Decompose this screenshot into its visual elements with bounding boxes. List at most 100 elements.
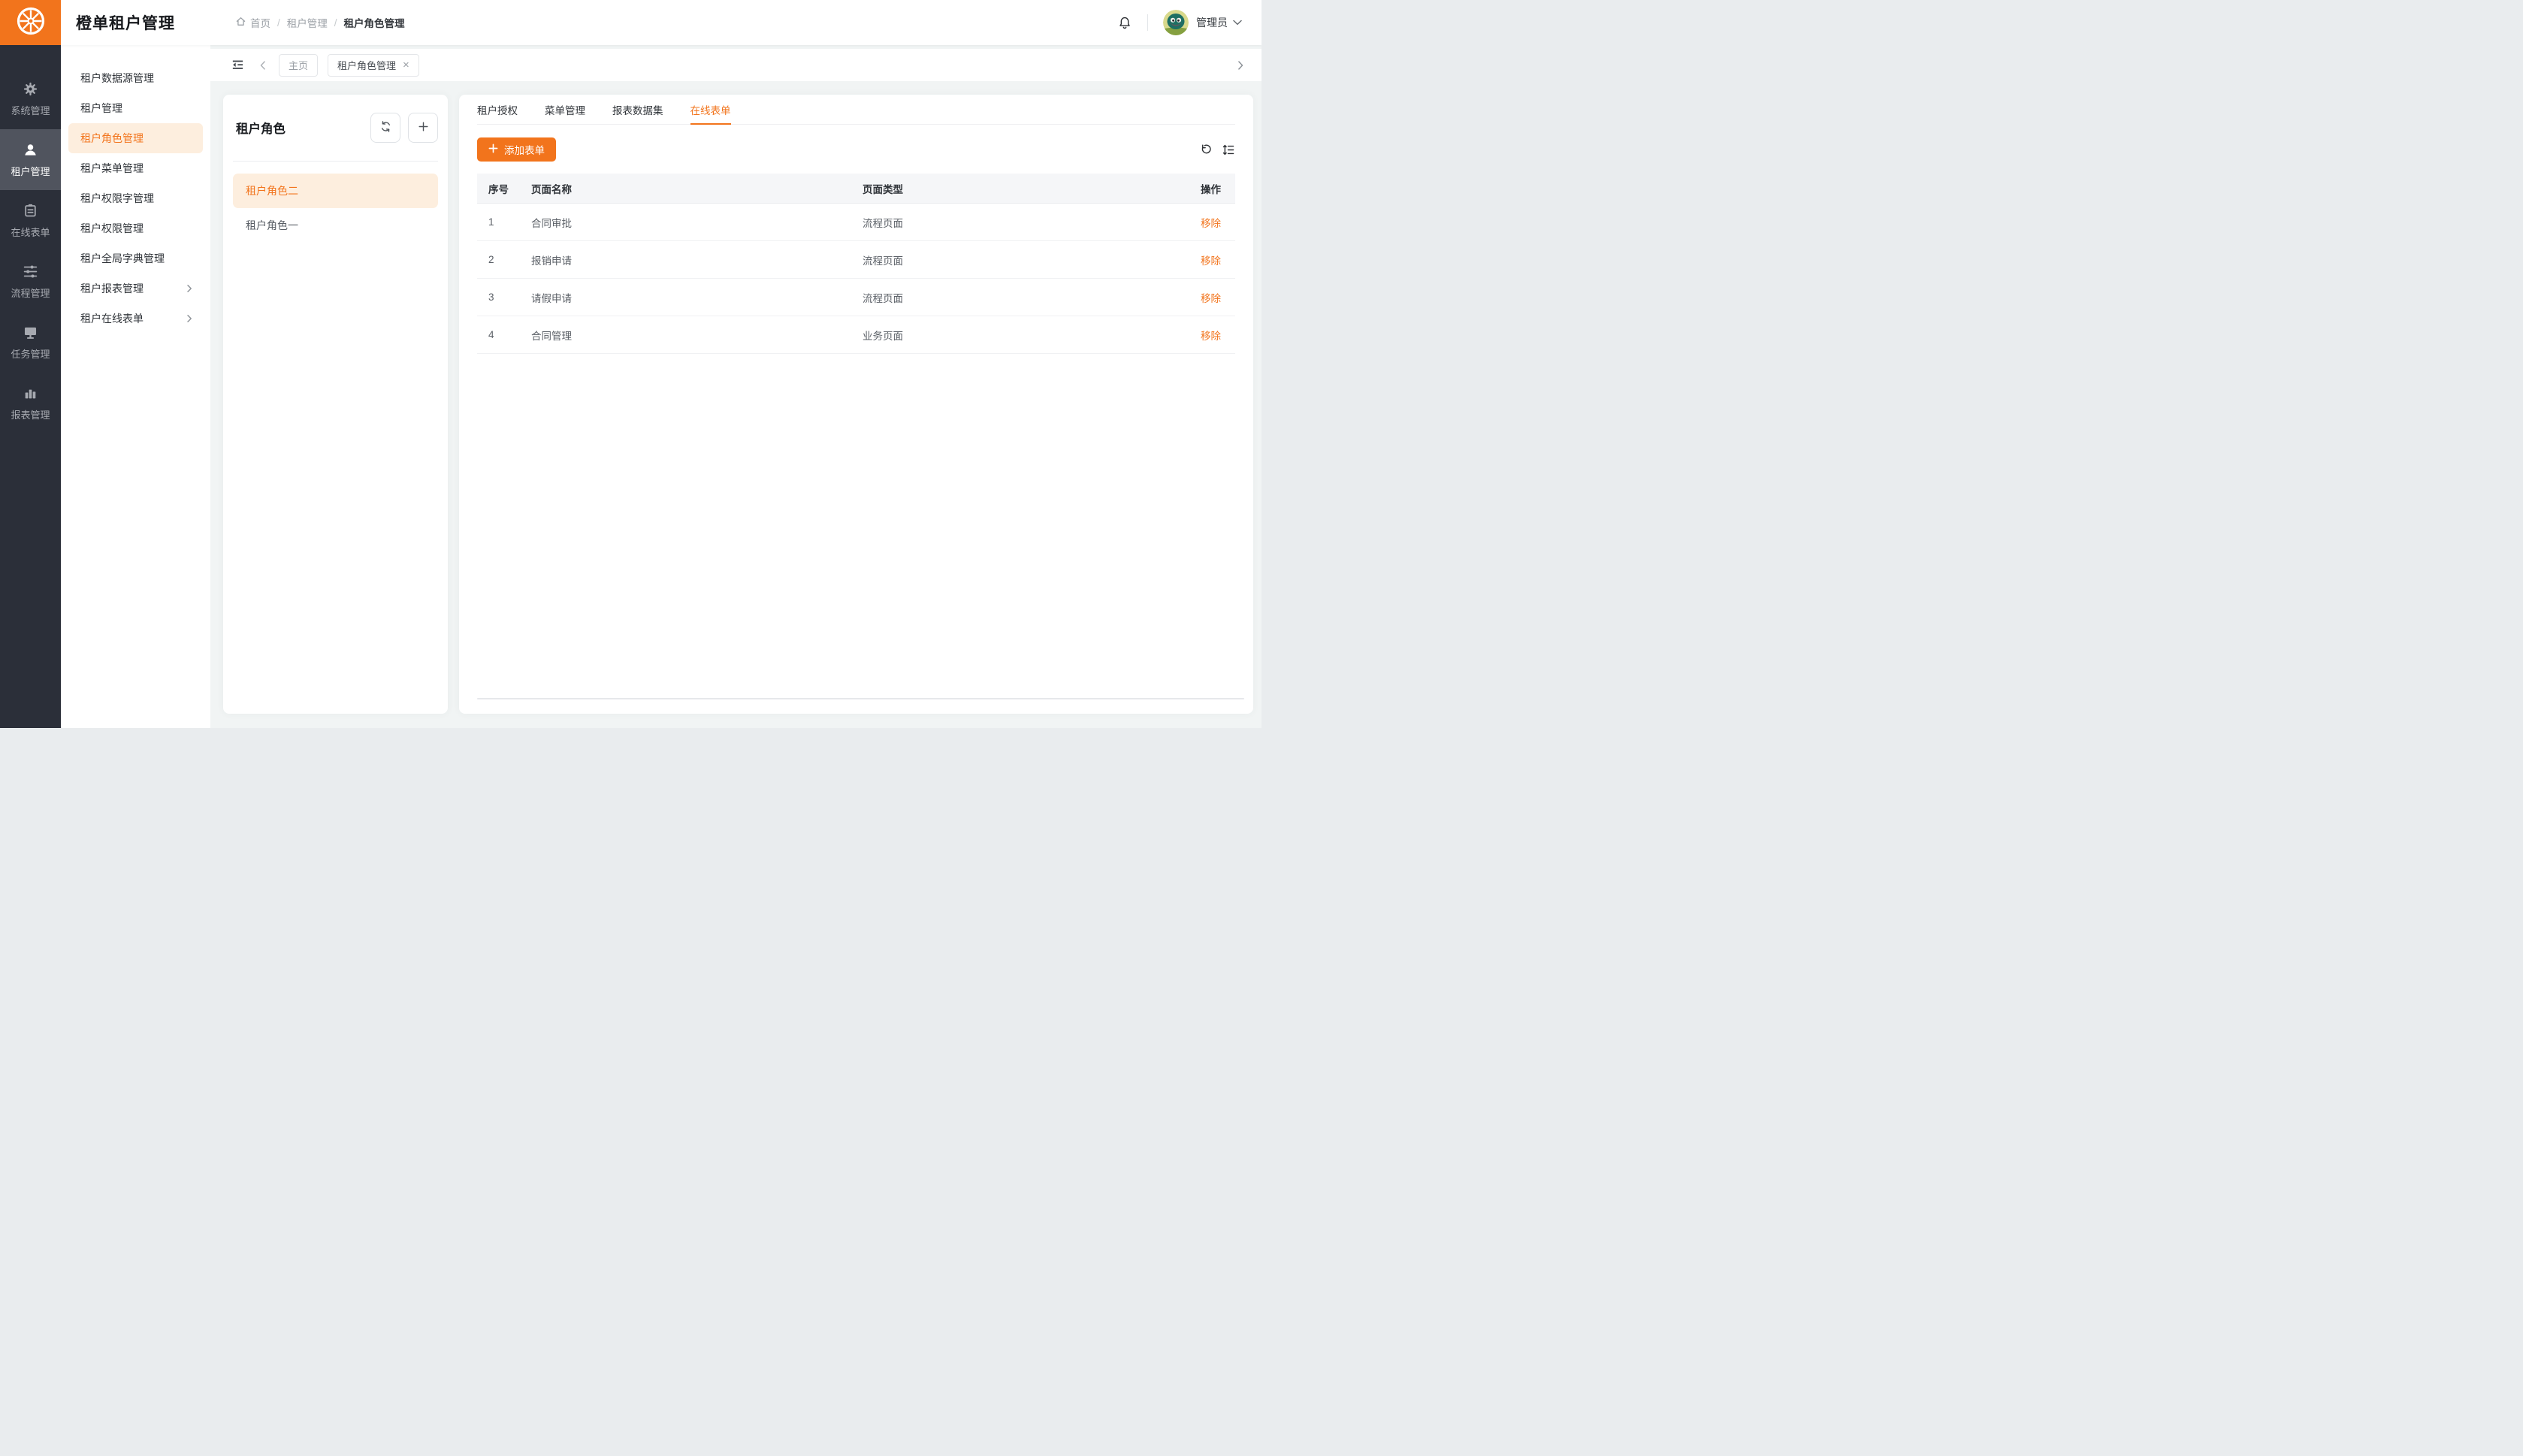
cell-page-type: 流程页面 <box>863 252 1175 267</box>
menu-item-label: 租户全局字典管理 <box>80 251 165 266</box>
menu-item-label: 租户在线表单 <box>80 311 144 326</box>
sidebar-item-workflow[interactable]: 流程管理 <box>0 251 61 312</box>
breadcrumb-home-label: 首页 <box>250 15 270 30</box>
tab-report-dataset[interactable]: 报表数据集 <box>612 95 663 124</box>
topbar-right: 管理员 <box>1117 10 1262 35</box>
sidebar-item-label: 任务管理 <box>11 346 50 361</box>
sidebar-item-report[interactable]: 报表管理 <box>0 373 61 433</box>
menu-item-tenant-online-form[interactable]: 租户在线表单 <box>68 304 203 334</box>
role-item-label: 租户角色一 <box>246 218 298 233</box>
menu-item-tenant-report[interactable]: 租户报表管理 <box>68 273 203 304</box>
page-tab-home[interactable]: 主页 <box>279 54 318 77</box>
home-icon <box>235 16 246 29</box>
cell-index: 3 <box>477 292 531 303</box>
column-settings-icon[interactable] <box>1222 143 1235 156</box>
user-name: 管理员 <box>1196 15 1228 30</box>
tab-online-form[interactable]: 在线表单 <box>690 95 731 124</box>
sidebar-item-tenant[interactable]: 租户管理 <box>0 129 61 190</box>
sidebar-item-label: 租户管理 <box>11 164 50 178</box>
menu-item-label: 租户权限管理 <box>80 221 144 236</box>
page-tab-label: 租户角色管理 <box>337 58 396 72</box>
tab-menu-manage[interactable]: 菜单管理 <box>545 95 585 124</box>
table-row: 3 请假申请 流程页面 移除 <box>477 279 1235 316</box>
remove-link[interactable]: 移除 <box>1201 255 1221 267</box>
sliders-icon <box>23 264 38 279</box>
column-header-page-type: 页面类型 <box>863 181 1175 196</box>
role-panel-header: 租户角色 <box>223 95 448 161</box>
refresh-roles-button[interactable] <box>370 113 400 143</box>
menu-item-tenant[interactable]: 租户管理 <box>68 93 203 123</box>
breadcrumb-current: 租户角色管理 <box>344 15 405 30</box>
remove-link[interactable]: 移除 <box>1201 218 1221 229</box>
content-area: 租户角色 <box>223 95 1253 714</box>
sidebar-item-label: 报表管理 <box>11 407 50 421</box>
menu-item-tenant-role[interactable]: 租户角色管理 <box>68 123 203 153</box>
page-tab-strip: 主页 租户角色管理 × <box>210 49 1262 81</box>
sidebar-item-label: 在线表单 <box>11 225 50 239</box>
sidebar-item-system[interactable]: 系统管理 <box>0 68 61 129</box>
notification-bell-icon[interactable] <box>1117 15 1132 30</box>
cell-page-name: 请假申请 <box>531 290 863 305</box>
close-icon[interactable]: × <box>403 59 409 71</box>
add-form-button-label: 添加表单 <box>504 142 545 157</box>
tab-label: 菜单管理 <box>545 102 585 117</box>
menu-item-label: 租户角色管理 <box>80 131 144 146</box>
bar-chart-icon <box>23 385 38 401</box>
sidebar-item-label: 流程管理 <box>11 285 50 300</box>
breadcrumb-separator: / <box>277 17 280 29</box>
gear-icon <box>23 81 38 97</box>
add-role-button[interactable] <box>408 113 438 143</box>
collapse-sidebar-icon[interactable] <box>231 58 245 72</box>
role-detail-panel: 租户授权 菜单管理 报表数据集 在线表单 <box>459 95 1253 714</box>
cell-page-type: 流程页面 <box>863 215 1175 230</box>
tab-label: 在线表单 <box>690 102 731 117</box>
scroll-tabs-right-icon[interactable] <box>1234 59 1246 71</box>
menu-item-permission-word[interactable]: 租户权限字管理 <box>68 183 203 213</box>
menu-item-permission[interactable]: 租户权限管理 <box>68 213 203 243</box>
chevron-down-icon <box>1233 20 1242 26</box>
plus-icon <box>417 120 430 135</box>
menu-sidebar: 租户数据源管理 租户管理 租户角色管理 租户菜单管理 租户权限字管理 租户权限管… <box>61 45 210 728</box>
clipboard-icon <box>23 203 38 219</box>
page-tab-tenant-role[interactable]: 租户角色管理 × <box>328 54 419 77</box>
chevron-right-icon <box>185 284 194 293</box>
breadcrumb-home[interactable]: 首页 <box>235 15 270 30</box>
menu-item-label: 租户权限字管理 <box>80 191 154 206</box>
module-sidebar: 系统管理 租户管理 在线表单 <box>0 45 61 728</box>
cell-page-name: 合同管理 <box>531 328 863 343</box>
tenant-role-panel: 租户角色 <box>223 95 448 714</box>
menu-item-label: 租户数据源管理 <box>80 71 154 86</box>
page-tab-label: 主页 <box>289 58 308 72</box>
cell-index: 2 <box>477 254 531 265</box>
tab-label: 租户授权 <box>477 102 518 117</box>
table-row: 2 报销申请 流程页面 移除 <box>477 241 1235 279</box>
menu-item-tenant-menu[interactable]: 租户菜单管理 <box>68 153 203 183</box>
menu-item-label: 租户管理 <box>80 101 122 116</box>
add-form-button[interactable]: 添加表单 <box>477 137 556 162</box>
role-list-item[interactable]: 租户角色二 <box>233 174 438 208</box>
citrus-logo-icon <box>14 5 47 41</box>
menu-item-global-dict[interactable]: 租户全局字典管理 <box>68 243 203 273</box>
breadcrumb-separator: / <box>334 17 337 29</box>
menu-item-label: 租户报表管理 <box>80 281 144 296</box>
cell-page-type: 流程页面 <box>863 290 1175 305</box>
detail-tabs: 租户授权 菜单管理 报表数据集 在线表单 <box>477 95 1235 125</box>
cell-page-name: 合同审批 <box>531 215 863 230</box>
menu-item-datasource[interactable]: 租户数据源管理 <box>68 63 203 93</box>
scroll-tabs-left-icon[interactable] <box>257 59 269 71</box>
column-header-index: 序号 <box>477 181 531 196</box>
refresh-table-icon[interactable] <box>1200 143 1213 156</box>
user-icon <box>23 142 38 158</box>
refresh-icon <box>379 120 392 135</box>
sidebar-item-task[interactable]: 任务管理 <box>0 312 61 373</box>
remove-link[interactable]: 移除 <box>1201 293 1221 304</box>
role-list-item[interactable]: 租户角色一 <box>233 208 438 243</box>
breadcrumb: 首页 / 租户管理 / 租户角色管理 <box>235 15 405 30</box>
sidebar-item-online-form[interactable]: 在线表单 <box>0 190 61 251</box>
breadcrumb-section[interactable]: 租户管理 <box>287 15 328 30</box>
tab-tenant-auth[interactable]: 租户授权 <box>477 95 518 124</box>
table-bottom-scrollbar[interactable] <box>477 698 1244 699</box>
remove-link[interactable]: 移除 <box>1201 331 1221 342</box>
role-list: 租户角色二 租户角色一 <box>223 162 448 255</box>
user-menu[interactable]: 管理员 <box>1163 10 1242 35</box>
